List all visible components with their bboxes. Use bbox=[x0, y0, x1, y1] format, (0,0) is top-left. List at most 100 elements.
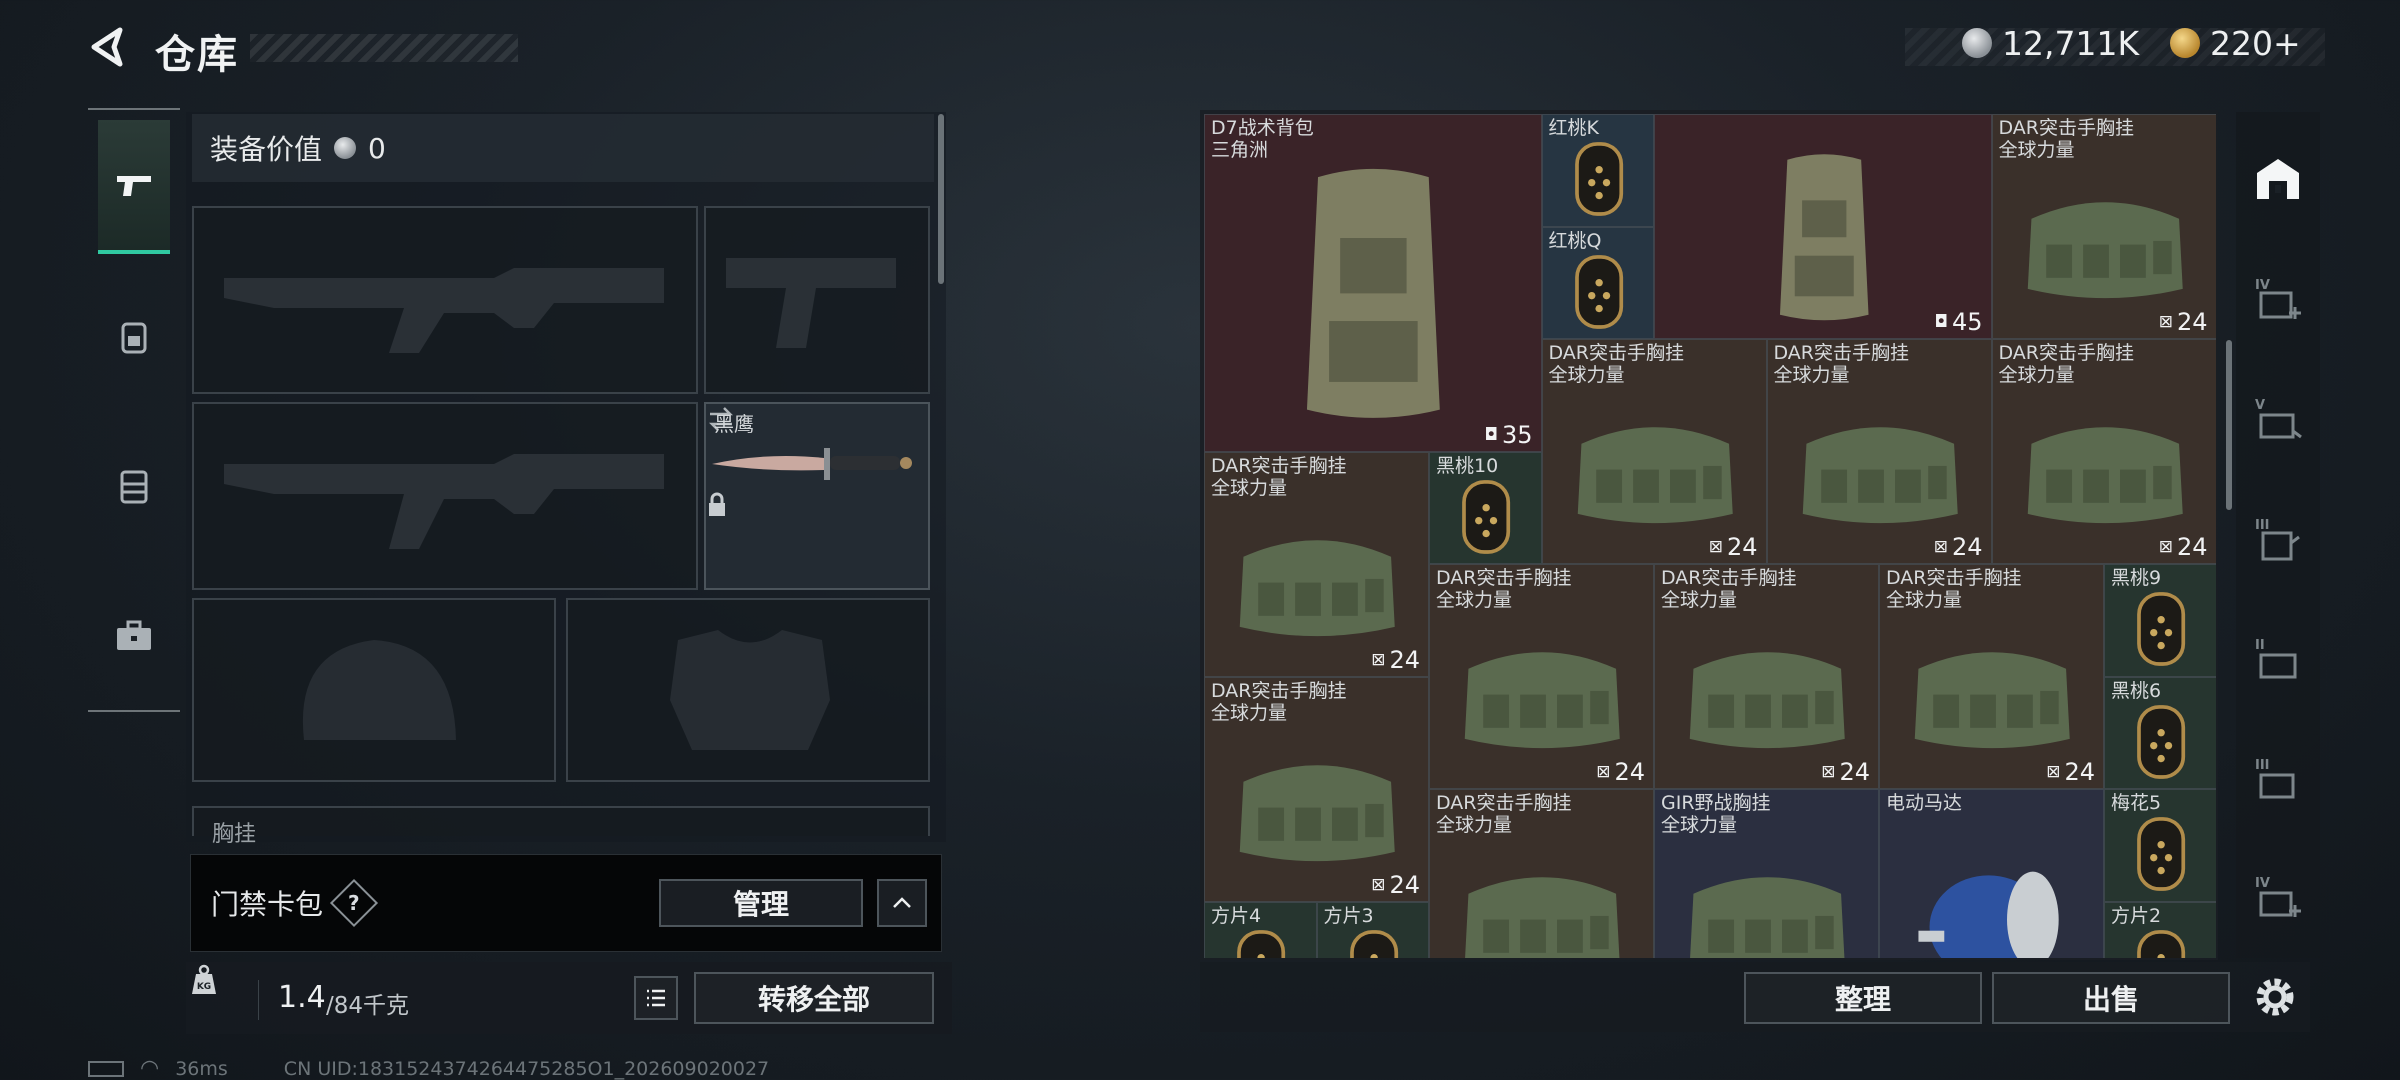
inventory-item[interactable]: DAR突击手胸挂 全球力量 bbox=[1429, 789, 1654, 958]
keycard-icon bbox=[1574, 142, 1623, 216]
weight-icon: KG bbox=[192, 964, 216, 994]
pistol-slot[interactable] bbox=[704, 206, 930, 394]
inventory-item[interactable]: DAR突击手胸挂 全球力量 ⊠ 24 bbox=[1766, 339, 1992, 564]
inventory-item[interactable]: 电动马达 bbox=[1879, 789, 2104, 958]
inventory-item[interactable]: DAR突击手胸挂 全球力量 ⊠ 24 bbox=[1204, 676, 1429, 902]
list-view-button[interactable] bbox=[634, 976, 678, 1020]
inventory-item[interactable]: DAR突击手胸挂 全球力量 ⊠ 24 bbox=[1541, 339, 1767, 564]
storage-expansion-icon: V bbox=[2255, 398, 2302, 439]
nav-case[interactable] bbox=[98, 570, 170, 704]
inventory-item[interactable]: DAR突击手胸挂 全球力量 ⊠ 24 bbox=[1654, 564, 1879, 789]
ping: 36ms bbox=[175, 1057, 228, 1080]
melee-slot[interactable]: 黑鹰 bbox=[704, 402, 930, 590]
tab-storage-v[interactable]: V bbox=[2248, 390, 2308, 450]
silver-amount: 12,711K bbox=[2002, 23, 2140, 63]
inventory-item[interactable]: 红桃K bbox=[1541, 114, 1654, 227]
item-name: DAR突击手胸挂 全球力量 bbox=[1211, 454, 1347, 499]
manage-button[interactable]: 管理 bbox=[659, 879, 863, 927]
help-button[interactable]: ? bbox=[329, 878, 379, 928]
weight-current: 1.4 bbox=[278, 980, 326, 1015]
lock-icon bbox=[709, 492, 725, 516]
bag-capacity-icon: ◘ bbox=[1484, 424, 1498, 445]
card-pack-label: 门禁卡包 bbox=[211, 888, 324, 921]
chest-rig-icon bbox=[1915, 652, 2070, 749]
chest-rig-icon bbox=[2027, 202, 2183, 299]
inventory-item[interactable]: DAR突击手胸挂 全球力量 ⊠ 24 bbox=[1204, 451, 1429, 677]
settings-button[interactable] bbox=[2248, 970, 2302, 1024]
equipment-value: 0 bbox=[368, 131, 386, 165]
equipment-scrollbar[interactable] bbox=[938, 114, 944, 284]
item-name: 红桃Q bbox=[1548, 229, 1602, 252]
item-capacity: ⊠ 24 bbox=[2046, 758, 2095, 786]
nav-weapons[interactable] bbox=[98, 120, 170, 254]
transfer-all-button[interactable]: 转移全部 bbox=[694, 972, 934, 1024]
vest-icon bbox=[120, 470, 148, 504]
item-capacity: ⊠ 24 bbox=[1821, 758, 1870, 786]
inventory-item[interactable]: 黑桃6 bbox=[2104, 676, 2216, 789]
secondary-weapon-slot[interactable] bbox=[192, 402, 698, 590]
inventory-item[interactable]: 黑桃10 bbox=[1429, 451, 1542, 564]
armor-slot[interactable] bbox=[566, 598, 930, 782]
keycard-icon bbox=[2137, 592, 2186, 666]
item-name: 黑桃6 bbox=[2111, 679, 2162, 702]
sell-button[interactable]: 出售 bbox=[1992, 972, 2230, 1024]
storage-tabs: IV V III II III IV bbox=[2236, 112, 2320, 958]
rig-capacity-icon: ⊠ bbox=[2158, 312, 2173, 332]
svg-text:KG: KG bbox=[197, 982, 211, 992]
helmet-placeholder-icon bbox=[302, 640, 456, 740]
knife-icon bbox=[712, 448, 912, 480]
primary-weapon-slot[interactable] bbox=[192, 206, 698, 394]
item-count: 24 bbox=[1614, 758, 1645, 786]
tab-storage-iii-b[interactable]: III bbox=[2248, 750, 2308, 810]
silver-coin-icon bbox=[1962, 28, 1992, 58]
helmet-slot[interactable] bbox=[192, 598, 556, 782]
tab-storage-main[interactable] bbox=[2248, 148, 2308, 208]
equipment-value-bar: 装备价值 0 bbox=[192, 114, 934, 182]
chest-rig-icon bbox=[1240, 764, 1395, 861]
item-name: DAR突击手胸挂 全球力量 bbox=[1436, 792, 1572, 836]
expand-button[interactable] bbox=[877, 879, 927, 927]
chest-rig-icon bbox=[1802, 427, 1958, 524]
chest-rig-slot[interactable] bbox=[192, 806, 930, 836]
tab-storage-iv-a[interactable]: IV bbox=[2248, 270, 2308, 330]
inventory-item[interactable]: 红桃Q bbox=[1541, 226, 1654, 339]
keycard-icon bbox=[2137, 704, 2186, 779]
tab-storage-iii-a[interactable]: III bbox=[2248, 510, 2308, 570]
storage-scrollbar[interactable] bbox=[2226, 340, 2232, 510]
warehouse-icon bbox=[2257, 159, 2299, 199]
inventory-item[interactable]: DAR突击手胸挂 全球力量 ⊠ 24 bbox=[1429, 564, 1654, 789]
item-capacity: ⊠ 24 bbox=[2159, 533, 2208, 561]
inventory-item[interactable]: 方片3 bbox=[1316, 901, 1429, 958]
rig-capacity-icon: ⊠ bbox=[1821, 762, 1836, 782]
item-name: DAR突击手胸挂 全球力量 bbox=[1436, 567, 1572, 611]
item-name: DAR突击手胸挂 全球力量 bbox=[1211, 679, 1347, 724]
bag-capacity-icon: ◘ bbox=[1934, 312, 1948, 332]
svg-text:V: V bbox=[2255, 398, 2265, 413]
motor-icon bbox=[1918, 871, 2059, 958]
gold-currency[interactable]: 220+ bbox=[2170, 22, 2301, 64]
inventory-item[interactable]: 梅花5 bbox=[2104, 789, 2216, 902]
pistol-placeholder-icon bbox=[726, 258, 896, 348]
inventory-item[interactable]: DAR突击手胸挂 全球力量 ⊠ 24 bbox=[1879, 564, 2104, 789]
wifi-icon: ◠ bbox=[140, 1056, 160, 1080]
inventory-item[interactable]: 黑桃9 bbox=[2104, 564, 2216, 677]
chevron-up-icon bbox=[893, 897, 911, 908]
back-button[interactable] bbox=[86, 24, 132, 70]
sort-button[interactable]: 整理 bbox=[1744, 972, 1982, 1024]
inventory-item[interactable]: 方片2 bbox=[2104, 901, 2216, 958]
storage-expansion-icon: III bbox=[2255, 758, 2295, 799]
nav-backpack[interactable] bbox=[98, 270, 170, 404]
inventory-item[interactable]: GIR野战胸挂 全球力量 bbox=[1654, 789, 1879, 958]
nav-vest[interactable] bbox=[98, 420, 170, 554]
tab-storage-iv-b[interactable]: IV bbox=[2248, 868, 2308, 928]
backpack-icon bbox=[121, 322, 147, 354]
inventory-item[interactable]: DAR突击手胸挂 全球力量 ⊠ 24 bbox=[1991, 339, 2216, 564]
inventory-item[interactable]: D7战术背包 三角洲 ◘ 35 bbox=[1204, 114, 1542, 452]
tab-storage-ii[interactable]: II bbox=[2248, 630, 2308, 690]
inventory-item[interactable]: ◘ 45 bbox=[1654, 114, 1992, 339]
equipment-value-label: 装备价值 bbox=[210, 133, 323, 166]
inventory-item[interactable]: DAR突击手胸挂 全球力量 ⊠ 24 bbox=[1991, 114, 2216, 339]
chest-rig-icon bbox=[1240, 539, 1395, 636]
inventory-item[interactable]: 方片4 bbox=[1204, 901, 1317, 958]
svg-text:II: II bbox=[2255, 638, 2265, 653]
